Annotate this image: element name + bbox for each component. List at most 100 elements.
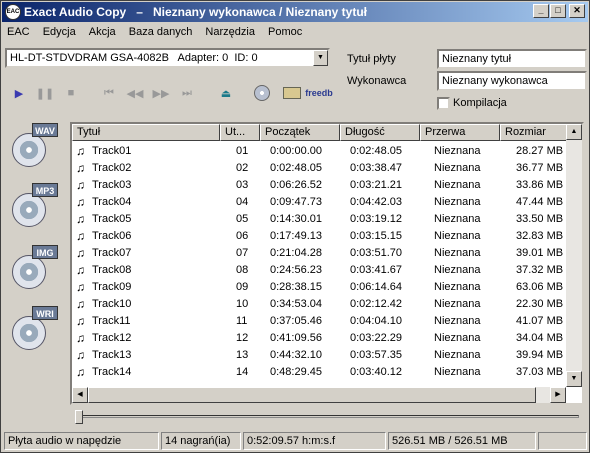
table-cell: Nieznana — [434, 332, 481, 344]
table-cell: 37.03 MB — [516, 366, 564, 378]
table-row[interactable]: ♫ Track06 06 0:17:49.13 0:03:15.15 Nieznana 32… — [72, 228, 564, 245]
horizontal-scrollbar[interactable]: ◀ ▶ — [72, 387, 566, 403]
table-cell: 0:37:05.46 — [270, 315, 322, 327]
maximize-button[interactable]: □ — [550, 4, 566, 18]
table-cell: 37.32 MB — [516, 264, 564, 276]
network-icon[interactable] — [281, 84, 303, 102]
minimize-button[interactable]: _ — [533, 4, 549, 18]
table-row[interactable]: ♫ Track11 11 0:37:05.46 0:04:04.10 Nieznana 41… — [72, 313, 564, 330]
table-cell: 0:41:09.56 — [270, 332, 322, 344]
copy-image-button[interactable]: IMG — [8, 245, 60, 295]
pause-icon[interactable]: ❚❚ — [36, 84, 54, 102]
table-cell: 0:44:32.10 — [270, 349, 322, 361]
table-cell: 0:06:14.64 — [350, 281, 402, 293]
main-window: EAC Exact Audio Copy – Nieznany wykonawc… — [0, 0, 590, 453]
chevron-down-icon[interactable]: ▼ — [313, 50, 328, 66]
cd-icon[interactable] — [253, 84, 271, 102]
menu-tools[interactable]: Narzędzia — [200, 23, 260, 38]
table-cell: 08 — [236, 264, 249, 276]
table-cell: 0:34:53.04 — [270, 298, 322, 310]
table-cell: 14 — [236, 366, 249, 378]
first-track-icon[interactable]: ⏮ — [100, 84, 118, 102]
wav-tag: WAV — [32, 123, 58, 137]
menu-action[interactable]: Akcja — [84, 23, 121, 38]
table-cell: Track03 — [92, 179, 132, 191]
table-cell: 0:02:48.05 — [270, 162, 322, 174]
compilation-checkbox[interactable] — [437, 97, 450, 110]
table-cell: 0:04:42.03 — [350, 196, 402, 208]
col-length[interactable]: Długość — [340, 124, 420, 141]
freedb-icon[interactable]: freedb — [305, 84, 333, 102]
table-row[interactable]: ♫ Track14 14 0:48:29.45 0:03:40.12 Nieznana 37… — [72, 364, 564, 381]
table-row[interactable]: ♫ Track03 03 0:06:26.52 0:03:21.21 Nieznana 33… — [72, 177, 564, 194]
table-row[interactable]: ♫ Track12 12 0:41:09.56 0:03:22.29 Nieznana 34… — [72, 330, 564, 347]
table-cell: Track12 — [92, 332, 132, 344]
table-cell: 03 — [236, 179, 249, 191]
album-title-input[interactable]: Nieznany tytuł — [437, 49, 587, 69]
scroll-left-icon[interactable]: ◀ — [72, 387, 88, 403]
menu-help[interactable]: Pomoc — [263, 23, 307, 38]
scroll-down-icon[interactable]: ▼ — [566, 371, 582, 387]
position-slider[interactable] — [71, 407, 583, 427]
table-cell: 0:00:00.00 — [270, 145, 322, 157]
copy-wav-button[interactable]: WAV — [8, 123, 60, 173]
audio-track-icon: ♫ — [76, 229, 85, 243]
table-row[interactable]: ♫ Track08 08 0:24:56.23 0:03:41.67 Nieznana 37… — [72, 262, 564, 279]
col-gap[interactable]: Przerwa — [420, 124, 500, 141]
app-icon[interactable]: EAC — [5, 4, 21, 20]
scroll-right-icon[interactable]: ▶ — [550, 387, 566, 403]
play-icon[interactable]: ▶ — [10, 84, 28, 102]
table-cell: 0:24:56.23 — [270, 264, 322, 276]
table-cell: Nieznana — [434, 179, 481, 191]
table-row[interactable]: ♫ Track10 10 0:34:53.04 0:02:12.42 Nieznana 22… — [72, 296, 564, 313]
table-row[interactable]: ♫ Track13 13 0:44:32.10 0:03:57.35 Nieznana 39… — [72, 347, 564, 364]
audio-track-icon: ♫ — [76, 263, 85, 277]
table-cell: 0:48:29.45 — [270, 366, 322, 378]
last-track-icon[interactable]: ⏭ — [178, 84, 196, 102]
table-row[interactable]: ♫ Track07 07 0:21:04.28 0:03:51.70 Nieznana 39… — [72, 245, 564, 262]
close-button[interactable]: ✕ — [569, 4, 585, 18]
table-row[interactable]: ♫ Track01 01 0:00:00.00 0:02:48.05 Nieznana 28… — [72, 143, 564, 160]
rewind-icon[interactable]: ◀◀ — [126, 84, 144, 102]
table-cell: Nieznana — [434, 145, 481, 157]
audio-track-icon: ♫ — [76, 314, 85, 328]
table-cell: 63.06 MB — [516, 281, 564, 293]
table-cell: 13 — [236, 349, 249, 361]
table-cell: 01 — [236, 145, 249, 157]
slider-thumb[interactable] — [75, 410, 83, 424]
col-title[interactable]: Tytuł — [72, 124, 220, 141]
menu-database[interactable]: Baza danych — [124, 23, 198, 38]
table-cell: Track10 — [92, 298, 132, 310]
drive-select[interactable]: HL-DT-STDVDRAM GSA-4082B Adapter: 0 ID: … — [5, 48, 330, 68]
table-cell: 47.44 MB — [516, 196, 564, 208]
menu-edit[interactable]: Edycja — [38, 23, 81, 38]
scroll-up-icon[interactable]: ▲ — [566, 124, 582, 140]
table-row[interactable]: ♫ Track09 09 0:28:38.15 0:06:14.64 Nieznana 63… — [72, 279, 564, 296]
copy-mp3-button[interactable]: MP3 — [8, 183, 60, 233]
track-table[interactable]: Tytuł Ut... Początek Długość Przerwa Roz… — [70, 122, 584, 405]
eject-icon[interactable]: ⏏ — [217, 84, 235, 102]
col-track[interactable]: Ut... — [220, 124, 260, 141]
table-row[interactable]: ♫ Track02 02 0:02:48.05 0:03:38.47 Nieznana 36… — [72, 160, 564, 177]
table-cell: 28.27 MB — [516, 145, 564, 157]
table-cell: Track14 — [92, 366, 132, 378]
table-cell: 0:21:04.28 — [270, 247, 322, 259]
table-cell: 0:06:26.52 — [270, 179, 322, 191]
title-bar: EAC Exact Audio Copy – Nieznany wykonawc… — [2, 2, 588, 22]
hscroll-thumb[interactable] — [88, 387, 536, 403]
menu-eac[interactable]: EAC — [2, 23, 35, 38]
table-row[interactable]: ♫ Track04 04 0:09:47.73 0:04:42.03 Nieznana 47… — [72, 194, 564, 211]
stop-icon[interactable]: ■ — [62, 84, 80, 102]
table-cell: Track11 — [92, 315, 131, 327]
vertical-scrollbar[interactable]: ▲ ▼ — [566, 124, 582, 387]
table-cell: Nieznana — [434, 281, 481, 293]
artist-input[interactable]: Nieznany wykonawca — [437, 71, 587, 91]
table-row[interactable]: ♫ Track05 05 0:14:30.01 0:03:19.12 Nieznana 33… — [72, 211, 564, 228]
write-cd-button[interactable]: WRI — [8, 306, 60, 356]
fast-forward-icon[interactable]: ▶▶ — [152, 84, 170, 102]
table-cell: 36.77 MB — [516, 162, 564, 174]
cd-icon — [12, 255, 46, 289]
table-cell: 0:03:38.47 — [350, 162, 402, 174]
col-start[interactable]: Początek — [260, 124, 340, 141]
table-cell: Nieznana — [434, 213, 481, 225]
